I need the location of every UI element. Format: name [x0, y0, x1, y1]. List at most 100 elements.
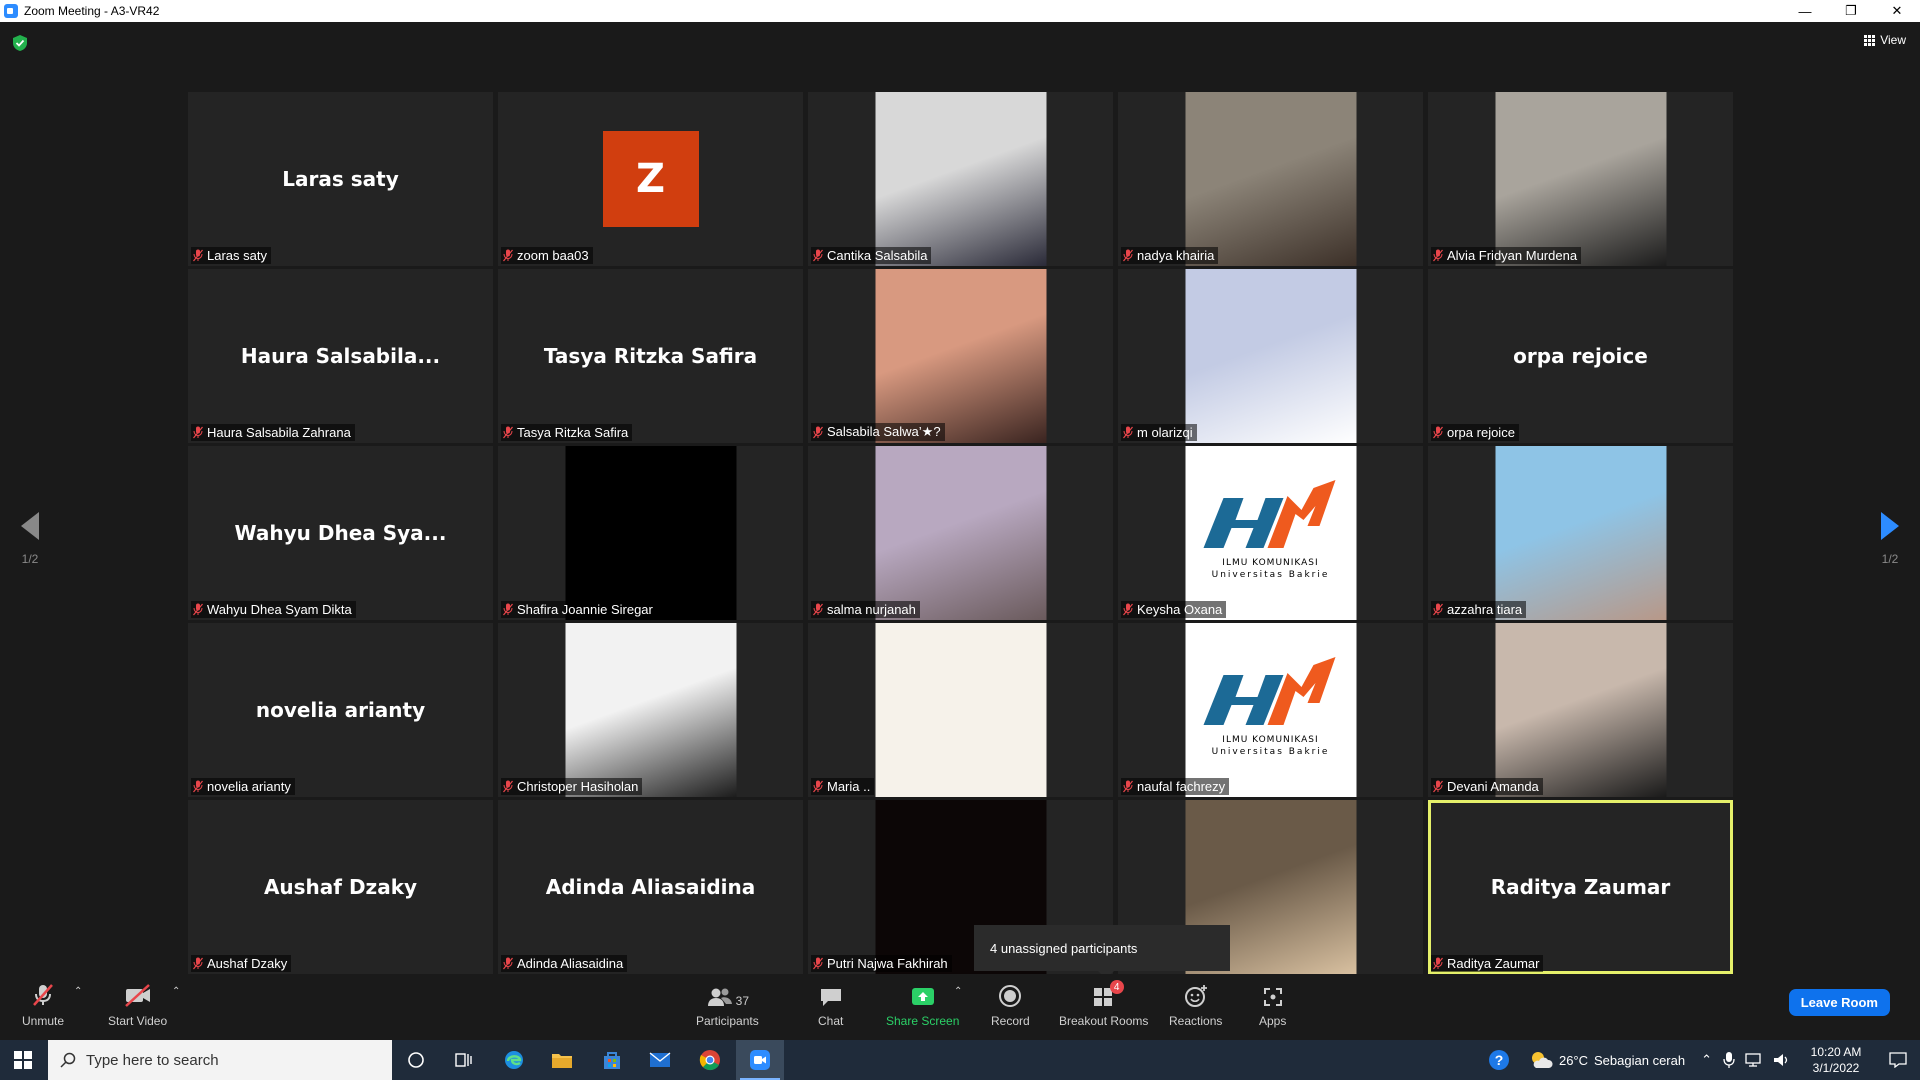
tray-overflow-chevron-icon[interactable]: ⌃: [1701, 1052, 1712, 1068]
weather-widget[interactable]: 26°C Sebagian cerah: [1529, 1050, 1685, 1070]
action-center-button[interactable]: [1876, 1052, 1920, 1068]
task-view-button[interactable]: [440, 1040, 488, 1080]
participants-count: 37: [735, 994, 750, 1008]
participant-caption-text: zoom baa03: [517, 248, 589, 263]
search-icon: [60, 1052, 76, 1068]
participant-tile-zoom-baa03[interactable]: Zzoom baa03: [498, 92, 803, 266]
participant-caption-text: Putri Najwa Fakhirah: [827, 956, 948, 971]
minimize-button[interactable]: —: [1782, 0, 1828, 22]
mic-muted-icon: [1123, 780, 1133, 793]
participant-tile-keysha-oxana[interactable]: ILMU KOMUNIKASI Universitas Bakrie Keysha …: [1118, 446, 1423, 620]
start-video-button[interactable]: Start Video: [108, 984, 167, 1028]
restore-button[interactable]: ❐: [1828, 0, 1874, 22]
participant-tile-shafira-joannie-siregar[interactable]: Shafira Joannie Siregar: [498, 446, 803, 620]
participant-tile-haura-salsabila-zahrana[interactable]: Haura Salsabila... Haura Salsabila Zahran…: [188, 269, 493, 443]
speaker-volume-icon[interactable]: [1773, 1052, 1791, 1068]
reactions-button[interactable]: Reactions: [1169, 984, 1222, 1028]
participants-button[interactable]: 37 Participants: [696, 984, 759, 1028]
record-button[interactable]: Record: [991, 984, 1030, 1028]
cortana-button[interactable]: [392, 1040, 440, 1080]
chat-button[interactable]: Chat: [818, 984, 843, 1028]
participant-tile-m-olarizqi[interactable]: m olarizqi: [1118, 269, 1423, 443]
windows-start-button[interactable]: [0, 1040, 46, 1080]
participant-tile-nadya-khairia[interactable]: nadya khairia: [1118, 92, 1423, 266]
previous-page-button[interactable]: 1/2: [0, 512, 60, 566]
participant-caption-text: Raditya Zaumar: [1447, 956, 1540, 971]
unassigned-participants-notification[interactable]: 4 unassigned participants: [974, 925, 1230, 979]
participant-name-label: Aushaf Dzaky: [191, 955, 292, 972]
participant-tile-salsabila-salwa[interactable]: Salsabila Salwa’★?: [808, 269, 1113, 443]
close-button[interactable]: ✕: [1874, 0, 1920, 22]
mic-muted-icon: [1123, 426, 1133, 439]
participant-tile-adinda-aliasaidina[interactable]: Adinda Aliasaidina Adinda Aliasaidina: [498, 800, 803, 974]
participant-display-name: Haura Salsabila...: [240, 344, 441, 368]
participant-tile-naufal-fachrezy[interactable]: ILMU KOMUNIKASI Universitas Bakrie naufal …: [1118, 623, 1423, 797]
participant-caption-text: Wahyu Dhea Syam Dikta: [207, 602, 352, 617]
participant-caption-text: azzahra tiara: [1447, 602, 1523, 617]
weather-description: Sebagian cerah: [1594, 1052, 1686, 1068]
leave-room-button[interactable]: Leave Room: [1788, 989, 1890, 1016]
edge-icon: [505, 1051, 523, 1069]
taskbar-clock[interactable]: 10:20 AM 3/1/2022: [1796, 1044, 1876, 1076]
participant-caption-text: orpa rejoice: [1447, 425, 1515, 440]
encryption-shield-icon[interactable]: [12, 34, 28, 52]
participant-tile-maria[interactable]: Maria ..: [808, 623, 1113, 797]
apps-label: Apps: [1259, 1014, 1287, 1028]
mic-muted-icon: [1433, 780, 1443, 793]
participant-tile-aushaf-dzaky[interactable]: Aushaf Dzaky Aushaf Dzaky: [188, 800, 493, 974]
participant-tile-devani-amanda[interactable]: Devani Amanda: [1428, 623, 1733, 797]
participant-tile-azzahra-tiara[interactable]: azzahra tiara: [1428, 446, 1733, 620]
participant-initial-avatar: Z: [602, 131, 699, 227]
edge-browser-button[interactable]: [490, 1040, 538, 1080]
help-button[interactable]: ?: [1475, 1049, 1523, 1071]
participant-video-feed: [1495, 623, 1666, 797]
participant-tile-alvia-fridyan-murdena[interactable]: Alvia Fridyan Murdena: [1428, 92, 1733, 266]
participant-tile-salma-nurjanah[interactable]: salma nurjanah: [808, 446, 1113, 620]
next-page-button[interactable]: 1/2: [1860, 512, 1920, 566]
participant-tile-laras-saty[interactable]: Laras saty Laras saty: [188, 92, 493, 266]
participant-tile-orpa-rejoice[interactable]: orpa rejoice orpa rejoice: [1428, 269, 1733, 443]
view-label: View: [1880, 33, 1906, 47]
microsoft-store-button[interactable]: [588, 1040, 636, 1080]
meeting-area: View 1/2 1/2 Laras saty Laras saty Zzoom b…: [0, 22, 1920, 979]
video-options-caret[interactable]: ⌃: [172, 986, 180, 997]
mic-muted-icon: [813, 603, 823, 616]
audio-options-caret[interactable]: ⌃: [74, 986, 82, 997]
chrome-button[interactable]: [686, 1040, 734, 1080]
share-options-caret[interactable]: ⌃: [954, 986, 962, 997]
mic-muted-icon: [503, 780, 513, 793]
apps-button[interactable]: Apps: [1259, 984, 1286, 1028]
notification-icon: [1889, 1052, 1907, 1068]
windows-logo-icon: [14, 1051, 32, 1069]
participant-tile-christoper-hasiholan[interactable]: Christoper Hasiholan: [498, 623, 803, 797]
view-button[interactable]: View: [1864, 33, 1906, 47]
task-view-icon: [455, 1053, 472, 1067]
participant-tile-novelia-arianty[interactable]: novelia arianty novelia arianty: [188, 623, 493, 797]
participant-display-name: Aushaf Dzaky: [263, 875, 418, 899]
participant-tile-raditya-zaumar[interactable]: Raditya Zaumar Raditya Zaumar: [1428, 800, 1733, 974]
file-explorer-button[interactable]: [538, 1040, 586, 1080]
breakout-rooms-button[interactable]: 4 Breakout Rooms: [1059, 980, 1148, 1028]
start-video-label: Start Video: [108, 1014, 168, 1028]
share-screen-button[interactable]: Share Screen: [886, 984, 959, 1028]
unmute-button[interactable]: Unmute: [22, 984, 64, 1028]
participant-tile-cantika-salsabila[interactable]: Cantika Salsabila: [808, 92, 1113, 266]
participant-tile-tasya-ritzka-safira[interactable]: Tasya Ritzka Safira Tasya Ritzka Safira: [498, 269, 803, 443]
participant-logo-video: ILMU KOMUNIKASI Universitas Bakrie: [1185, 623, 1356, 797]
logo-text-line2: Universitas Bakrie: [1211, 570, 1330, 580]
participant-name-label: Wahyu Dhea Syam Dikta: [191, 601, 356, 618]
participant-name-label: Christoper Hasiholan: [501, 778, 643, 795]
mic-muted-icon: [503, 249, 513, 262]
taskbar-search-box[interactable]: Type here to search: [48, 1040, 392, 1080]
network-icon[interactable]: [1745, 1052, 1763, 1068]
participant-name-label: naufal fachrezy: [1121, 778, 1230, 795]
participant-tile-wahyu-dhea-syam-dikta[interactable]: Wahyu Dhea Sya... Wahyu Dhea Syam Dikta: [188, 446, 493, 620]
participant-caption-text: Tasya Ritzka Safira: [517, 425, 629, 440]
zoom-taskbar-button[interactable]: [736, 1040, 784, 1080]
mail-button[interactable]: [636, 1040, 684, 1080]
participant-display-name: Wahyu Dhea Sya...: [234, 521, 447, 545]
participant-name-label: Salsabila Salwa’★?: [811, 423, 945, 441]
participant-caption-text: Haura Salsabila Zahrana: [207, 425, 351, 440]
participant-caption-text: salma nurjanah: [827, 602, 916, 617]
microphone-tray-icon[interactable]: [1723, 1051, 1735, 1069]
